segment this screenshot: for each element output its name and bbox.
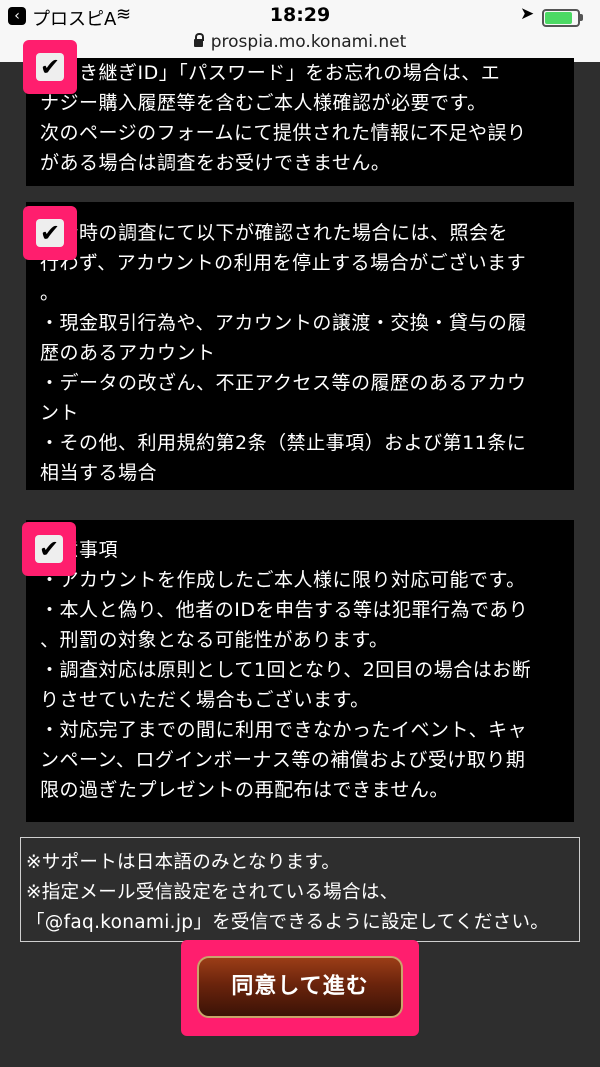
support-notice: ※サポートは日本語のみとなります。 ※指定メール受信設定をされている場合は、 「… — [20, 837, 580, 942]
section-line: ・現金取引行為や、アカウントの譲渡・交換・貸与の履 — [40, 312, 527, 334]
section-2-text: 照会時の調査にて以下が確認された場合には、照会を 行わず、アカウントの利用を停止… — [40, 202, 560, 488]
notice-line: ※サポートは日本語のみとなります。 — [26, 852, 341, 873]
status-row: ‹ プロスピA ≋ 18:29 ➤ — [0, 4, 600, 30]
agree-and-continue-button[interactable]: 同意して進む — [197, 956, 403, 1018]
section-3-text: 注意事項 ・アカウントを作成したご本人様に限り対応可能です。 ・本人と偽り、他者… — [40, 520, 560, 805]
notice-line: ※指定メール受信設定をされている場合は、 — [26, 882, 399, 903]
section-line: 「引き継ぎID」「パスワード」をお忘れの場合は、エ — [40, 62, 501, 84]
section-line: ンペーン、ログインボーナス等の補償および受け取り期 — [40, 749, 526, 771]
section-line: ・データの改ざん、不正アクセス等の履歴のあるアカウ — [40, 372, 527, 394]
clock: 18:29 — [269, 4, 331, 26]
address-bar[interactable]: prospia.mo.konami.net — [0, 32, 600, 52]
section-line: 相当する場合 — [40, 462, 158, 484]
consent-checkbox-2[interactable]: ✔ — [36, 219, 64, 247]
consent-section-3: 注意事項 ・アカウントを作成したご本人様に限り対応可能です。 ・本人と偽り、他者… — [26, 520, 574, 822]
section-line: ・本人と偽り、他者のIDを申告する等は犯罪行為であり — [40, 599, 529, 621]
consent-checkbox-3[interactable]: ✔ — [35, 535, 63, 563]
battery-icon — [542, 9, 580, 27]
section-line: 照会時の調査にて以下が確認された場合には、照会を — [40, 222, 509, 244]
consent-checkbox-1[interactable]: ✔ — [36, 53, 64, 81]
checkbox-highlight-2: ✔ — [23, 206, 77, 260]
section-line: ・アカウントを作成したご本人様に限り対応可能です。 — [40, 569, 526, 591]
lock-icon — [193, 33, 204, 47]
section-line: ・対応完了までの間に利用できなかったイベント、キャ — [40, 719, 528, 741]
location-icon: ➤ — [520, 4, 535, 24]
section-line: ・その他、利用規約第2条（禁止事項）および第11条に — [40, 432, 527, 454]
agree-button-highlight: 同意して進む — [181, 940, 419, 1036]
section-line: 限の過ぎたプレゼントの再配布はできません。 — [40, 779, 449, 801]
browser-status-bar: ‹ プロスピA ≋ 18:29 ➤ prospia.mo.konami.net — [0, 0, 600, 62]
section-line: りさせていただく場合もございます。 — [40, 689, 370, 711]
url-text: prospia.mo.konami.net — [210, 32, 407, 52]
checkbox-highlight-3: ✔ — [22, 522, 76, 576]
section-line: 次のページのフォームにて提供された情報に不足や誤り — [40, 122, 527, 144]
section-line: ント — [40, 402, 80, 424]
section-line: 、刑罰の対象となる可能性があります。 — [40, 629, 389, 651]
consent-section-1: 「引き継ぎID」「パスワード」をお忘れの場合は、エ ナジー購入履歴等を含むご本人… — [26, 58, 574, 186]
section-line: 注意事項 — [40, 539, 119, 561]
section-1-text: 「引き継ぎID」「パスワード」をお忘れの場合は、エ ナジー購入履歴等を含むご本人… — [40, 58, 560, 178]
section-line: 行わず、アカウントの利用を停止する場合がございます — [40, 252, 527, 274]
section-line: 歴のあるアカウント — [40, 342, 216, 364]
section-line: 。 — [40, 282, 60, 304]
section-line: がある場合は調査をお受けできません。 — [40, 152, 391, 174]
checkbox-highlight-1: ✔ — [23, 40, 77, 94]
consent-section-2: 照会時の調査にて以下が確認された場合には、照会を 行わず、アカウントの利用を停止… — [26, 202, 574, 490]
section-line: ナジー購入履歴等を含むご本人様確認が必要です。 — [40, 92, 487, 114]
section-line: ・調査対応は原則として1回となり、2回目の場合はお断 — [40, 659, 532, 681]
notice-line: 「@faq.konami.jp」を受信できるように設定してください。 — [26, 912, 550, 933]
battery-tip — [580, 14, 583, 21]
battery-level — [545, 12, 572, 24]
